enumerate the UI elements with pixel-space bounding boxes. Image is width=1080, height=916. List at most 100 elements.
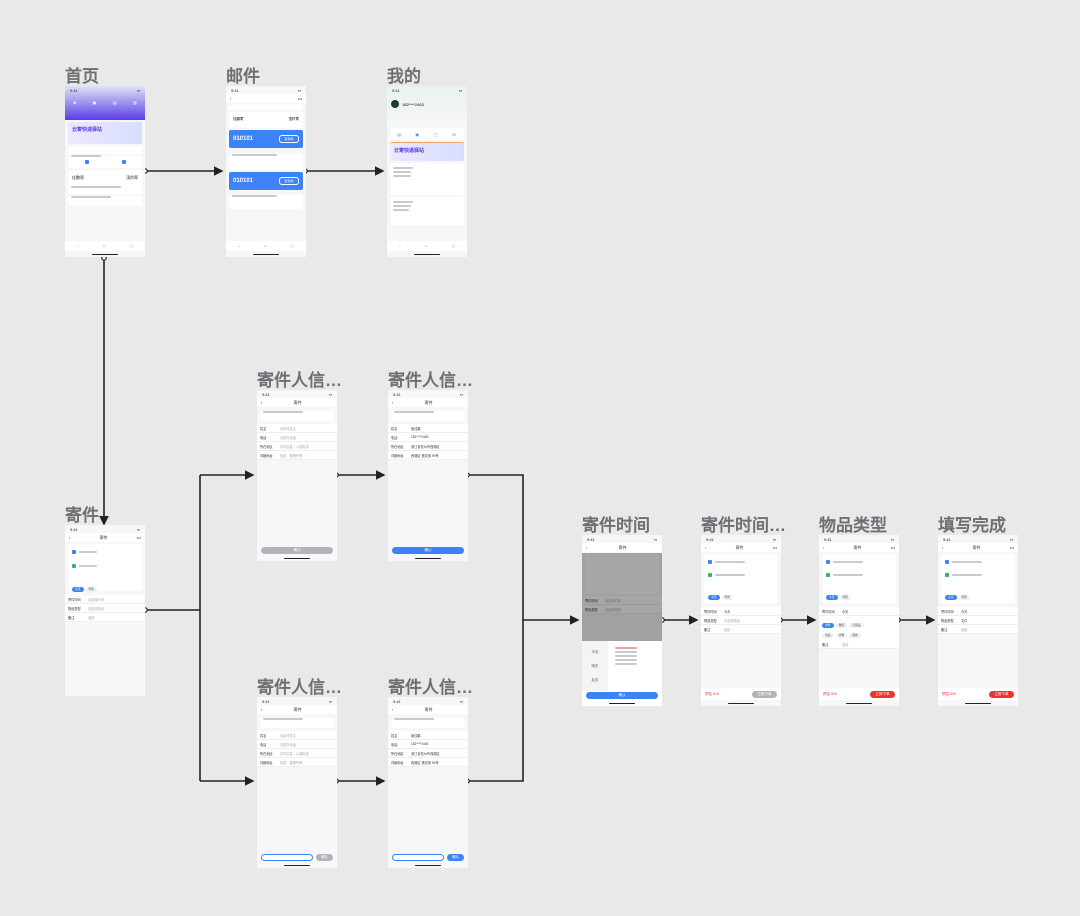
chip-tomorrow[interactable]: 明天 [958,594,971,600]
field-name[interactable]: 姓名 吴佳鹏 [388,424,468,433]
mine-icon-2[interactable]: ▣ [415,132,419,137]
screen-sender-info-3[interactable]: 9:41 ▪▪ ‹ 寄件 姓名 请填写姓名 电话 请填写电话 所在地区 省市区县、乡镇街道… [257,697,337,868]
screen-send[interactable]: 9:41 ▪▪ ‹ 寄件 ••• 今天 明天 寄件时间 请选择时间 物品类型 请选择物品 备… [65,525,145,696]
chip-tomorrow[interactable]: 明天 [839,594,852,600]
home-banner[interactable]: 云寄快递驿站 [68,122,142,144]
picker-day-after[interactable]: 后天 [582,673,608,687]
row-item-type[interactable]: 物品类型 文件 [938,616,1018,625]
screen-complete[interactable]: 9:41 ▪▪ ‹ 寄件 ••• 今天 明天 寄件时间 今天 物品类型 文件 备注 选填 预估… [938,535,1018,706]
field-phone[interactable]: 电话 请填写电话 [257,433,337,442]
modal-overlay[interactable] [582,553,662,641]
home-package-card-2[interactable] [68,196,142,206]
back-icon[interactable]: ‹ [823,545,824,550]
pickup-button-2[interactable]: 取件码 [279,177,299,185]
back-icon[interactable]: ‹ [230,96,231,101]
chip-today[interactable]: 今天 [72,586,84,592]
more-icon[interactable]: ••• [891,545,895,550]
screen-send-time-2[interactable]: 9:41 ▪▪ ‹ 寄件 ••• 今天 明天 寄件时间 今天 物品类型 请选择物品 备注 选填… [701,535,781,706]
mail-code-card-1[interactable]: 010101 取件码 [229,130,303,148]
back-icon[interactable]: ‹ [942,545,943,550]
more-icon[interactable]: ••• [298,96,302,101]
avatar[interactable] [391,100,399,108]
mine-menu-2[interactable] [390,197,464,225]
confirm-button[interactable]: 确认 [447,854,464,861]
back-icon[interactable]: ‹ [705,545,706,550]
submit-button[interactable]: 立即下单 [989,690,1014,698]
submit-button[interactable]: 立即下单 [870,690,895,698]
mail-item-1[interactable]: 佳鹏寄 顶羚寄 [229,112,303,128]
row-item-type[interactable]: 物品类型 请选择物品 [701,616,781,625]
tab-home-icon[interactable]: ⌂ [238,244,240,248]
mine-icon-4[interactable]: ☏ [452,132,457,137]
field-phone[interactable]: 电话 请填写电话 [257,740,337,749]
submit-button[interactable]: 立即下单 [752,690,777,698]
screen-send-time[interactable]: 9:41 ▪▪ ‹ 寄件 寄件时间 请选择时间 物品类型 请选择物品 今天 明天 后天 … [582,535,662,706]
smart-paste[interactable] [260,718,334,728]
smart-paste[interactable] [260,411,334,421]
row-remark[interactable]: 备注 选填 [938,625,1018,634]
mine-menu-1[interactable] [390,163,464,195]
home-notice[interactable] [68,146,142,157]
pickup-button[interactable]: 取件码 [279,135,299,143]
smart-paste[interactable] [391,411,465,421]
address-card[interactable]: 今天 明天 [68,544,142,592]
field-name[interactable]: 姓名 请填写姓名 [257,731,337,740]
home-quick-icon-4[interactable]: ▥ [133,100,137,105]
home-package-card[interactable]: 佳鹏寄 顶羚寄 [68,170,142,194]
row-send-time[interactable]: 寄件时间 请选择时间 [65,595,145,604]
tab-mine-icon[interactable]: ◯ [452,244,455,248]
chip-item-other[interactable]: 其他 [849,633,861,638]
chip-today[interactable]: 今天 [826,594,838,600]
field-address[interactable]: 详细地址 西湖区 莲花街 99号 [388,758,468,767]
screen-item-type[interactable]: 9:41 ▪▪ ‹ 寄件 ••• 今天 明天 寄件时间 今天 文件 数码 日用品 食品 衣物 其他… [819,535,899,706]
back-icon[interactable]: ‹ [392,400,393,405]
field-address[interactable]: 详细地址 西湖区 莲花街 99号 [388,451,468,460]
screen-home[interactable]: 9:41 ▪▪ ◈ ▣ ▤ ▥ 云寄快递驿站 佳鹏寄 顶羚寄 ⌂ ▭ ◯ [65,86,145,257]
row-remark[interactable]: 备注 选填 [65,613,145,622]
row-send-time[interactable]: 寄件时间 今天 [701,607,781,616]
row-remark[interactable]: 备注 选填 [819,640,899,649]
tab-mail-icon[interactable]: ▭ [264,244,267,248]
chip-tomorrow[interactable]: 明天 [85,586,98,592]
back-icon[interactable]: ‹ [69,535,70,540]
mail-item-2[interactable] [229,154,303,170]
tab-mail-icon[interactable]: ▭ [425,244,428,248]
back-icon[interactable]: ‹ [261,707,262,712]
mail-search[interactable] [229,105,303,110]
address-card[interactable]: 今天 明天 [822,554,896,603]
back-icon[interactable]: ‹ [586,545,587,550]
tab-home-icon[interactable]: ⌂ [399,244,401,248]
chip-today[interactable]: 今天 [945,594,957,600]
more-icon[interactable]: ••• [1010,545,1014,550]
back-icon[interactable]: ‹ [392,707,393,712]
picker-day-today[interactable]: 今天 [582,645,608,659]
chip-item-clothes[interactable]: 衣物 [835,633,848,638]
field-name[interactable]: 姓名 吴佳鹏 [388,731,468,740]
row-item-type[interactable]: 物品类型 请选择物品 [65,604,145,613]
home-quick-icon-3[interactable]: ▤ [113,100,117,105]
mine-icon-3[interactable]: ▢ [434,132,438,137]
tab-home-icon[interactable]: ⌂ [77,244,79,248]
tab-mail-icon[interactable]: ▭ [103,244,106,248]
confirm-button[interactable]: 确认 [586,692,658,699]
screen-mail[interactable]: 9:41 ▪▪ ‹ ••• 佳鹏寄 顶羚寄 010101 取件码 010101 取件码… [226,86,306,257]
chip-item-file[interactable]: 文件 [822,623,834,628]
screen-mine[interactable]: 9:41 ▪▪ 182****2463 ▤ ▣ ▢ ☏ 云寄快递驿站 ⌂ ▭ ◯ [387,86,467,257]
screen-sender-info-1[interactable]: 9:41 ▪▪ ‹ 寄件 姓名 请填写姓名 电话 请填写电话 所在地区 省市区县、乡镇街道… [257,390,337,561]
field-region[interactable]: 所在地区 浙江省杭州市西湖区 [388,442,468,451]
chip-tomorrow[interactable]: 明天 [721,594,734,600]
tab-mine-icon[interactable]: ◯ [130,244,133,248]
address-card[interactable]: 今天 明天 [941,554,1015,603]
row-send-time[interactable]: 寄件时间 今天 [819,607,899,616]
picker-day-tomorrow[interactable]: 明天 [582,659,608,673]
time-picker-sheet[interactable]: 今天 明天 后天 确认 [582,641,662,706]
mine-banner[interactable]: 云寄快递驿站 [390,142,464,161]
field-region[interactable]: 所在地区 浙江省杭州市西湖区 [388,749,468,758]
home-shortcuts[interactable] [68,156,142,168]
field-address[interactable]: 详细地址 街道、楼牌号等 [257,758,337,767]
field-phone[interactable]: 电话 182****2463 [388,433,468,442]
row-remark[interactable]: 备注 选填 [701,625,781,634]
tab-mine-icon[interactable]: ◯ [291,244,294,248]
mail-item-3[interactable] [229,195,303,209]
screen-sender-info-2[interactable]: 9:41 ▪▪ ‹ 寄件 姓名 吴佳鹏 电话 182****2463 所在地区 浙江省杭州… [388,390,468,561]
